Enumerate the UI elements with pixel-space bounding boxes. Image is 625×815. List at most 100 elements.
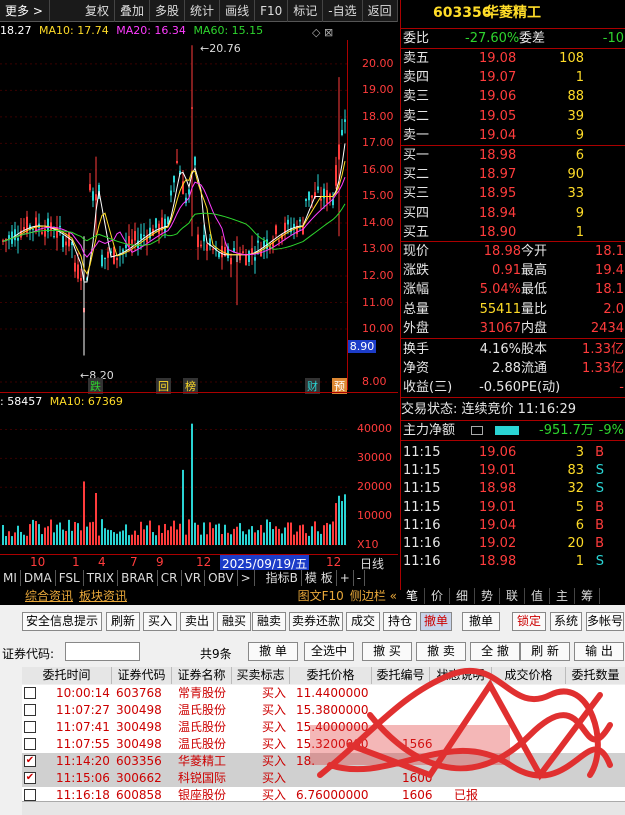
row-checkbox[interactable] <box>24 687 36 699</box>
date-tick: 12 <box>326 555 342 569</box>
chart-options-icon[interactable]: ◇ ⊠ <box>312 26 333 39</box>
volume-bar <box>296 531 298 545</box>
date-tick: 4 <box>98 555 106 569</box>
volume-bar <box>158 525 160 545</box>
trade-button[interactable]: 多帐号 <box>586 612 624 631</box>
volume-bar <box>149 520 151 545</box>
row-checkbox[interactable] <box>24 789 36 801</box>
row-checkbox[interactable] <box>24 738 36 750</box>
tab-cr[interactable]: CR <box>158 570 182 586</box>
code-input[interactable] <box>65 642 140 661</box>
trade-button[interactable]: 卖出 <box>180 612 214 631</box>
tick-row: 11:16 19.04 6 B <box>403 517 604 533</box>
volume-bar <box>257 530 259 545</box>
bid-row[interactable]: 买一 18.98 6 <box>401 146 625 165</box>
panel-tab-bi[interactable]: 笔 <box>400 588 425 604</box>
bid-row[interactable]: 买四 18.94 9 <box>401 204 625 223</box>
panel-tab-chou[interactable]: 筹 <box>575 588 600 604</box>
toolbar-f10[interactable]: F10 <box>255 0 289 22</box>
ask-row[interactable]: 卖三 19.06 88 <box>401 87 625 106</box>
trade-button[interactable]: 成交 <box>346 612 380 631</box>
bid-row[interactable]: 买二 18.97 90 <box>401 165 625 184</box>
trade-button[interactable]: 卖券还款 <box>289 612 343 631</box>
row-checkbox[interactable]: ✔ <box>24 755 36 767</box>
tab-vr[interactable]: VR <box>182 570 206 586</box>
table-header[interactable]: 证券名称 <box>172 667 232 684</box>
candle-body <box>59 225 61 228</box>
trade-button[interactable]: 买入 <box>143 612 177 631</box>
toolbar-fuquan[interactable]: 复权 <box>80 0 116 22</box>
stock-header: 603356 华菱精工 <box>401 4 625 26</box>
horizontal-scrollbar[interactable] <box>22 801 625 815</box>
toolbar-fanhui[interactable]: 返回 <box>363 0 398 22</box>
panel-tab-zhi[interactable]: 值 <box>525 588 550 604</box>
toolbar-tongji[interactable]: 统计 <box>185 0 221 22</box>
volume-bar <box>239 523 241 545</box>
row-checkbox[interactable] <box>24 721 36 733</box>
more-button[interactable]: 更多 > <box>0 0 50 22</box>
panel-tab-xi[interactable]: 细 <box>450 588 475 604</box>
candle-body <box>203 234 205 242</box>
trade-button[interactable]: 锁定 <box>512 612 546 631</box>
ask-row[interactable]: 卖一 19.04 9 <box>401 126 625 145</box>
candle-body <box>41 232 43 234</box>
tab-template[interactable]: 模 板 <box>302 570 337 586</box>
row-checkbox[interactable] <box>24 704 36 716</box>
tab-f10-graph[interactable]: 图文F10 <box>295 588 347 604</box>
tab-bankuai[interactable]: 板块资讯 <box>76 588 130 604</box>
ask-row[interactable]: 卖四 19.07 1 <box>401 68 625 87</box>
trade-button[interactable]: 融买 <box>217 612 251 631</box>
tab-dma[interactable]: DMA <box>21 570 56 586</box>
toolbar-zixuan[interactable]: -自选 <box>323 0 363 22</box>
panel-tab-lian[interactable]: 联 <box>500 588 525 604</box>
volume-bar <box>209 522 211 545</box>
tab-minus[interactable]: - <box>354 570 366 586</box>
tab-obv[interactable]: OBV <box>205 570 238 586</box>
tab-brar[interactable]: BRAR <box>118 570 158 586</box>
candle-body <box>65 241 67 246</box>
toolbar-huaxian[interactable]: 画线 <box>220 0 256 22</box>
toolbar-diejia[interactable]: 叠加 <box>115 0 151 22</box>
tab-more[interactable]: > <box>238 570 255 586</box>
tab-fsl[interactable]: FSL <box>56 570 84 586</box>
volume-bar <box>215 524 217 545</box>
toolbar-biaoji[interactable]: 标记 <box>288 0 324 22</box>
bid-row[interactable]: 买五 18.90 1 <box>401 223 625 242</box>
trade-button[interactable]: 持仓 <box>383 612 417 631</box>
trade-status: 交易状态: 连续竞价 11:16:29 <box>401 402 577 417</box>
ma10-value: MA10: 17.74 <box>39 24 109 37</box>
toolbar-duogu[interactable]: 多股 <box>150 0 186 22</box>
order-action-button[interactable]: 撤 单 <box>248 642 298 661</box>
table-header[interactable]: 委托时间 <box>22 667 112 684</box>
trade-button[interactable]: 融卖 <box>252 612 286 631</box>
panel-tab-jia[interactable]: 价 <box>425 588 450 604</box>
tab-indicator-b[interactable]: 指标B <box>263 570 302 586</box>
panel-tab-shi[interactable]: 势 <box>475 588 500 604</box>
tab-trix[interactable]: TRIX <box>84 570 119 586</box>
table-header[interactable]: 买卖标志 <box>232 667 290 684</box>
table-header[interactable]: 证券代码 <box>112 667 172 684</box>
candle-body <box>278 240 280 242</box>
trade-button[interactable]: 系统 <box>550 612 582 631</box>
volume-bar <box>245 534 247 545</box>
tab-sidebar[interactable]: 侧边栏 « <box>347 588 400 604</box>
trade-button[interactable]: 撤单 <box>420 612 452 631</box>
row-checkbox[interactable]: ✔ <box>24 772 36 784</box>
volume-bar <box>125 524 127 545</box>
volume-bar <box>230 534 232 545</box>
tab-mi[interactable]: MI <box>0 570 21 586</box>
ask-row[interactable]: 卖二 19.05 39 <box>401 107 625 126</box>
ask-row[interactable]: 卖五 19.08 108 <box>401 49 625 68</box>
volume-bar <box>35 521 37 545</box>
panel-tab-zhu[interactable]: 主 <box>550 588 575 604</box>
trade-button[interactable]: 安全信息提示 <box>22 612 102 631</box>
trade-button[interactable]: 撤单 <box>462 612 500 631</box>
volume-bar <box>62 529 64 545</box>
tab-plus[interactable]: + <box>337 570 354 586</box>
volume-bar <box>83 481 85 545</box>
candle-body <box>122 249 124 252</box>
volume-bar <box>185 534 187 545</box>
tab-zonghe[interactable]: 综合资讯 <box>22 588 76 604</box>
trade-button[interactable]: 刷新 <box>106 612 140 631</box>
bid-row[interactable]: 买三 18.95 33 <box>401 184 625 203</box>
